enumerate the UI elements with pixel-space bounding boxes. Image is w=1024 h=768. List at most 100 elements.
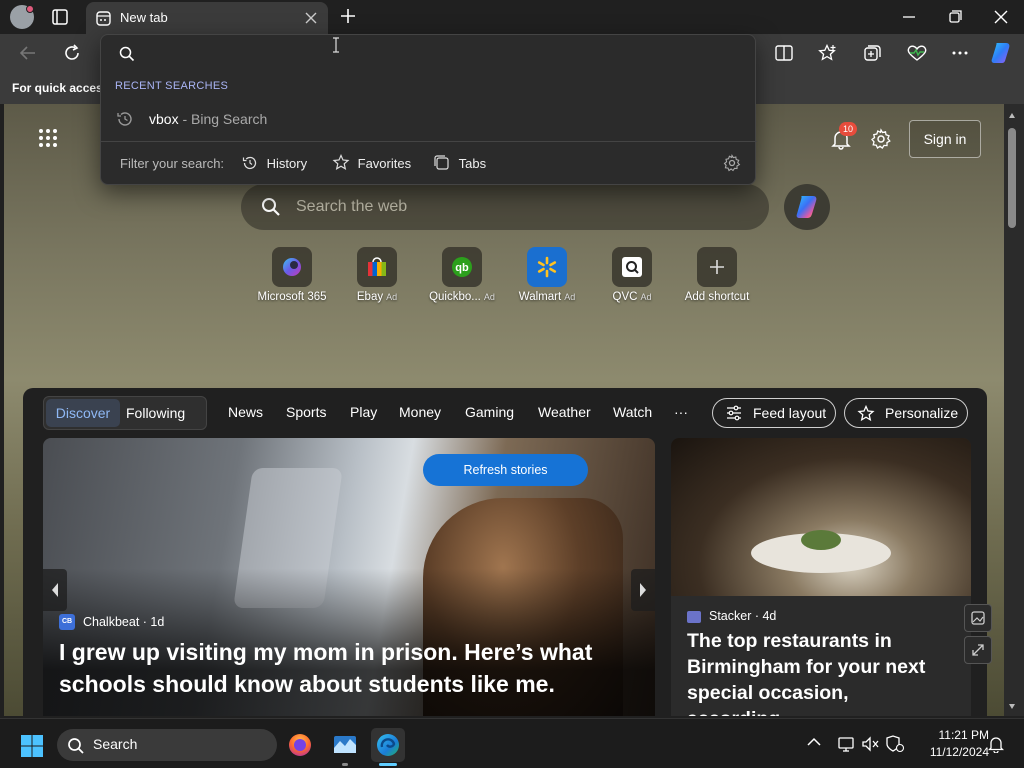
clock-date[interactable]: 11/12/2024: [921, 745, 989, 759]
news-feed: Discover Following News Sports Play Mone…: [23, 388, 987, 716]
address-bar-search-icon: [119, 46, 135, 62]
search-settings-gear-icon[interactable]: [723, 154, 741, 172]
feed-tab-watch[interactable]: Watch: [613, 404, 652, 420]
new-tab-button[interactable]: [338, 6, 358, 26]
network-icon[interactable]: [837, 735, 855, 753]
ebay-bag-icon: [357, 247, 397, 287]
web-search-box[interactable]: Search the web: [241, 184, 769, 230]
personalize-label: Personalize: [885, 405, 959, 421]
image-view-icon[interactable]: [964, 604, 992, 632]
firefox-taskbar-icon[interactable]: [283, 728, 317, 762]
microsoft-365-icon: [272, 247, 312, 287]
back-icon[interactable]: [18, 44, 38, 62]
search-icon: [261, 197, 281, 217]
security-alert-icon[interactable]: [885, 735, 905, 753]
scroll-down-arrow-icon[interactable]: [1008, 702, 1016, 710]
carousel-previous-button[interactable]: [43, 569, 67, 611]
feed-tab-news[interactable]: News: [228, 404, 263, 420]
sign-in-button[interactable]: Sign in: [909, 120, 981, 158]
scroll-up-arrow-icon[interactable]: [1008, 112, 1016, 120]
quick-link-label: Microsoft 365: [257, 291, 327, 303]
side-story-card[interactable]: Stacker · 4d The top restaurants in Birm…: [671, 438, 971, 716]
copilot-icon[interactable]: [988, 40, 1014, 66]
more-options-icon[interactable]: [950, 44, 970, 62]
tab-actions-icon[interactable]: [48, 7, 72, 27]
quick-link-quickbooks[interactable]: qb Quickbo... Ad: [420, 247, 504, 303]
feed-tab-play[interactable]: Play: [350, 404, 377, 420]
hero-story-card[interactable]: Refresh stories CB Chalkbeat · 1d I grew…: [43, 438, 655, 716]
taskbar-search-box[interactable]: Search: [57, 729, 277, 761]
expand-icon[interactable]: [964, 636, 992, 664]
edge-taskbar-icon[interactable]: [371, 728, 405, 762]
quick-link-label: Quickbo...: [429, 291, 481, 303]
dropdown-divider: [101, 141, 757, 142]
filter-label: Filter your search:: [120, 156, 225, 171]
hero-source: Chalkbeat · 1d: [83, 615, 165, 629]
filter-favorites-button[interactable]: Favorites: [332, 154, 411, 172]
quick-link-label: QVC: [612, 291, 638, 303]
tab-new-tab[interactable]: New tab: [86, 2, 328, 34]
feed-more-tabs[interactable]: ···: [674, 404, 688, 420]
title-bar: New tab: [0, 0, 1024, 34]
history-clock-icon: [115, 109, 135, 129]
recent-search-suggestion[interactable]: vbox - Bing Search: [149, 111, 267, 127]
scrollbar-thumb[interactable]: [1008, 128, 1016, 228]
favorites-icon[interactable]: [818, 44, 838, 62]
feed-segment-toggle: Discover Following: [43, 396, 207, 430]
address-bar-dropdown[interactable]: RECENT SEARCHES vbox - Bing Search Filte…: [100, 34, 757, 185]
new-tab-favicon-icon: [96, 11, 111, 26]
filter-tabs-button[interactable]: Tabs: [433, 154, 486, 172]
new-tab-page: 10 Sign in Search the web Microsoft 365 …: [4, 104, 1004, 716]
carousel-next-button[interactable]: [631, 569, 655, 611]
ad-label: Ad: [386, 292, 398, 302]
refresh-stories-button[interactable]: Refresh stories: [423, 454, 588, 486]
refresh-icon[interactable]: [62, 43, 82, 63]
taskbar-search-label: Search: [93, 736, 138, 752]
tab-close-icon[interactable]: [304, 11, 318, 25]
filter-history-button[interactable]: History: [241, 154, 307, 172]
segment-following[interactable]: Following: [126, 399, 185, 427]
feed-tab-weather[interactable]: Weather: [538, 404, 591, 420]
windows-taskbar: Search 11:21 PM 11/12/2024: [0, 718, 1024, 768]
page-settings-gear-icon[interactable]: [870, 128, 892, 150]
feed-tab-sports[interactable]: Sports: [286, 404, 326, 420]
apps-launcher-icon[interactable]: [38, 128, 58, 148]
chalkbeat-logo-icon: CB: [59, 614, 75, 630]
quick-link-ebay[interactable]: Ebay Ad: [335, 247, 419, 303]
tabs-icon: [434, 155, 449, 170]
quickbooks-icon: qb: [442, 247, 482, 287]
quick-link-microsoft-365[interactable]: Microsoft 365: [250, 247, 334, 303]
restore-icon[interactable]: [946, 8, 964, 26]
personalize-button[interactable]: Personalize: [844, 398, 968, 428]
clock-time[interactable]: 11:21 PM: [921, 728, 989, 742]
search-placeholder: Search the web: [296, 198, 408, 215]
hero-headline[interactable]: I grew up visiting my mom in prison. Her…: [59, 636, 639, 700]
feed-layout-button[interactable]: Feed layout: [712, 398, 836, 428]
feed-tab-gaming[interactable]: Gaming: [465, 404, 514, 420]
notification-center-bell-icon[interactable]: [988, 735, 1004, 753]
notification-count-badge: 10: [839, 122, 857, 136]
feed-tab-money[interactable]: Money: [399, 404, 441, 420]
running-indicator: [342, 763, 348, 766]
quick-link-label: Add shortcut: [684, 291, 750, 303]
minimize-icon[interactable]: [900, 8, 918, 26]
browser-essentials-icon[interactable]: [906, 44, 928, 62]
split-screen-icon[interactable]: [774, 44, 794, 62]
quick-link-walmart[interactable]: Walmart Ad: [505, 247, 589, 303]
add-shortcut-button[interactable]: Add shortcut: [675, 247, 759, 303]
virtualbox-taskbar-icon[interactable]: [328, 728, 362, 762]
copilot-button[interactable]: [784, 184, 830, 230]
show-hidden-icons-chevron-icon[interactable]: [806, 736, 822, 748]
side-headline[interactable]: The top restaurants in Birmingham for yo…: [687, 628, 963, 716]
filter-favorites-label: Favorites: [357, 156, 412, 171]
svg-text:qb: qb: [455, 262, 469, 274]
feed-layout-icon: [725, 405, 743, 421]
quick-link-qvc[interactable]: QVC Ad: [590, 247, 674, 303]
history-icon: [242, 156, 257, 170]
volume-muted-icon[interactable]: [861, 735, 881, 753]
collections-icon[interactable]: [862, 44, 882, 62]
side-source: Stacker · 4d: [709, 609, 777, 623]
segment-discover[interactable]: Discover: [46, 399, 120, 427]
close-window-icon[interactable]: [992, 8, 1010, 26]
windows-start-icon[interactable]: [20, 734, 44, 758]
